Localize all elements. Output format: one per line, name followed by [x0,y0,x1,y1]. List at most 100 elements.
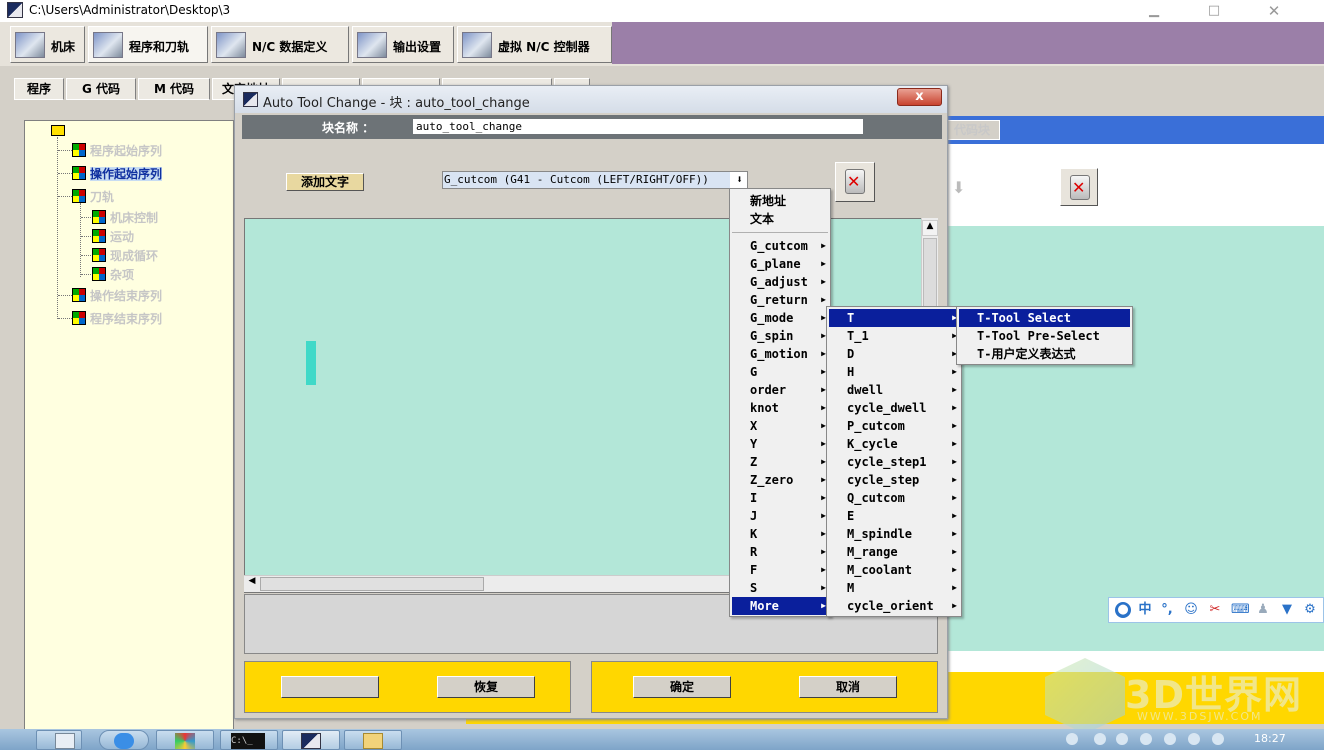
menu-item-new-address[interactable]: 新地址 [732,192,828,210]
menu1-item-17[interactable]: R ▶ [732,543,828,561]
download-arrow-icon[interactable]: ⬇ [732,172,747,188]
tree-node-program-end[interactable]: 程序结束序列 [72,310,162,327]
taskbar-ie[interactable] [99,730,149,750]
block-name-input[interactable] [413,119,863,134]
scroll-left-icon[interactable]: ◀ [245,576,259,592]
ime-language[interactable]: 中 [1137,602,1153,618]
add-text-button[interactable]: 添加文字 [286,173,364,191]
taskbar-cmd[interactable]: C:\_ [220,730,278,750]
network-icon[interactable] [1188,733,1200,745]
menu1-item-2[interactable]: G_adjust ▶ [732,273,828,291]
menu2-item-0[interactable]: T ▶ [829,309,959,327]
menu1-item-7[interactable]: G ▶ [732,363,828,381]
taskbar-nx[interactable] [282,730,340,750]
code-block-button[interactable]: 代码块 [944,120,1000,140]
dialog-close-button[interactable]: x [897,88,942,106]
person-icon[interactable]: ♟ [1255,602,1271,618]
menu2-item-1[interactable]: T_1 ▶ [829,327,959,345]
tray-icon-2[interactable] [1094,733,1106,745]
keyboard-icon[interactable]: ⌨ [1231,602,1250,618]
menu1-item-9[interactable]: knot ▶ [732,399,828,417]
restore-button[interactable]: 恢复 [437,676,535,698]
menu1-item-1[interactable]: G_plane ▶ [732,255,828,273]
menu2-item-5[interactable]: cycle_dwell ▶ [829,399,959,417]
menu-item-text[interactable]: 文本 [732,210,828,228]
menu2-item-10[interactable]: Q_cutcom ▶ [829,489,959,507]
taskbar-app-3[interactable] [156,730,214,750]
menu1-item-11[interactable]: Y ▶ [732,435,828,453]
punct-icon[interactable]: °, [1159,602,1175,618]
subtab-g-code[interactable]: G 代码 [66,78,136,100]
menu1-item-12[interactable]: Z ▶ [732,453,828,471]
menu3-item-1[interactable]: T-Tool Pre-Select [959,327,1130,345]
tree-node-misc[interactable]: 杂项 [92,266,134,283]
clock[interactable]: 18:27 [1254,732,1286,745]
tree-node-operation-end[interactable]: 操作结束序列 [72,287,162,304]
close-button[interactable]: ✕ [1260,3,1288,19]
taskbar-explorer[interactable] [344,730,402,750]
menu1-item-8[interactable]: order ▶ [732,381,828,399]
menu2-item-6[interactable]: P_cutcom ▶ [829,417,959,435]
tree-node-program-start[interactable]: 程序起始序列 [72,142,162,159]
tab-machine[interactable]: 机床 [10,26,85,63]
delete-trash-button[interactable]: ✕ [835,162,875,202]
menu2-item-8[interactable]: cycle_step1 ▶ [829,453,959,471]
menu1-item-15[interactable]: J ▶ [732,507,828,525]
menu1-item-19[interactable]: S ▶ [732,579,828,597]
subtab-program[interactable]: 程序 [14,78,64,100]
menu1-item-0[interactable]: G_cutcom ▶ [732,237,828,255]
subtab-m-code[interactable]: M 代码 [138,78,210,100]
menu2-item-15[interactable]: M ▶ [829,579,959,597]
tray-icon-7[interactable] [1212,733,1224,745]
menu3-item-2[interactable]: T-用户定义表达式 [959,345,1130,363]
menu1-item-10[interactable]: X ▶ [732,417,828,435]
menu1-item-14[interactable]: I ▶ [732,489,828,507]
menu1-item-16[interactable]: K ▶ [732,525,828,543]
taskbar-app-1[interactable] [36,730,82,750]
menu2-item-16[interactable]: cycle_orient ▶ [829,597,959,615]
menu1-item-3[interactable]: G_return ▶ [732,291,828,309]
tray-icon-4[interactable] [1140,733,1152,745]
menu2-item-12[interactable]: M_spindle ▶ [829,525,959,543]
minimize-button[interactable]: ▁ [1140,3,1168,19]
ok-button[interactable]: 确定 [633,676,731,698]
tree-node-motion[interactable]: 运动 [92,228,134,245]
tray-icon-3[interactable] [1116,733,1128,745]
menu2-item-13[interactable]: M_range ▶ [829,543,959,561]
menu2-item-11[interactable]: E ▶ [829,507,959,525]
menu1-item-4[interactable]: G_mode ▶ [732,309,828,327]
menu1-item-6[interactable]: G_motion ▶ [732,345,828,363]
user-icon[interactable]: ● [1115,602,1131,618]
menu1-item-13[interactable]: Z_zero ▶ [732,471,828,489]
menu2-item-7[interactable]: K_cycle ▶ [829,435,959,453]
shirt-icon[interactable]: ▼ [1279,602,1295,618]
gear-icon[interactable]: ⚙ [1302,602,1318,618]
menu1-item-5[interactable]: G_spin ▶ [732,327,828,345]
scissors-icon[interactable]: ✂ [1207,602,1223,618]
maximize-button[interactable]: □ [1200,3,1228,19]
menu2-item-2[interactable]: D ▶ [829,345,959,363]
tree-node-canned-cycle[interactable]: 现成循环 [92,247,158,264]
menu2-item-9[interactable]: cycle_step ▶ [829,471,959,489]
tree-node-toolpath[interactable]: 刀轨 [72,188,114,205]
tree-node-operation-start[interactable]: 操作起始序列 [72,165,163,182]
tree-node-machine-control[interactable]: 机床控制 [92,209,158,226]
tab-virtual-controller[interactable]: 虚拟 N/C 控制器 [457,26,612,63]
menu2-item-4[interactable]: dwell ▶ [829,381,959,399]
volume-icon[interactable] [1164,733,1176,745]
tab-nc-data[interactable]: N/C 数据定义 [211,26,349,63]
menu1-item-20[interactable]: More ▶ [732,597,828,615]
tray-icon-1[interactable] [1066,733,1078,745]
scroll-up-icon[interactable]: ▲ [922,220,938,236]
menu2-item-14[interactable]: M_coolant ▶ [829,561,959,579]
cancel-button[interactable]: 取消 [799,676,897,698]
tab-output-settings[interactable]: 输出设置 [352,26,454,63]
menu2-item-3[interactable]: H ▶ [829,363,959,381]
vertical-scroll-thumb[interactable] [923,238,937,308]
horizontal-scroll-thumb[interactable] [260,577,484,591]
menu1-item-18[interactable]: F ▶ [732,561,828,579]
delete-trash-button-bg[interactable]: ✕ [1060,168,1098,206]
emoji-icon[interactable]: ☺ [1183,602,1199,618]
address-combo[interactable]: G_cutcom (G41 - Cutcom (LEFT/RIGHT/OFF))… [442,171,748,189]
tab-program-toolpath[interactable]: 程序和刀轨 [88,26,208,63]
